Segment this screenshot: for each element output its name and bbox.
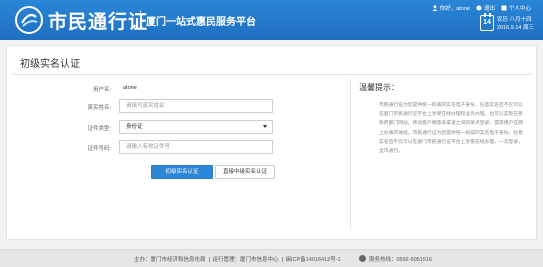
title-divider — [13, 74, 531, 75]
idtype-select[interactable]: 身份证 — [119, 120, 273, 134]
idtype-selected: 身份证 — [126, 124, 143, 130]
tips-divider — [350, 79, 351, 229]
username-label: 用户名: — [92, 87, 111, 93]
personal-center-label: 个人中心 — [508, 6, 531, 12]
logo-text[interactable]: 市民通行证 — [48, 7, 148, 34]
profile-icon — [501, 5, 507, 11]
realname-label: 真实姓名: — [87, 105, 111, 111]
auth-card: 初级实名认证 用户名: atone 真实姓名: 证件类型: 身份证 证件号码: … — [6, 45, 537, 240]
page-title: 初级实名认证 — [20, 59, 80, 70]
footer-icp[interactable]: 闽ICP备14016412号-1 — [286, 257, 341, 263]
idnumber-label: 证件号码: — [87, 146, 111, 152]
greeting-text: 你好，atone — [439, 6, 470, 12]
tips-title: 温馨提示： — [359, 83, 399, 92]
primary-auth-button[interactable]: 初级实名认证 — [151, 165, 213, 179]
calendar-icon: 14 — [480, 13, 494, 31]
tips-text: 市民通行证为您提供统一权威的实名电子身份，任意实名后不仅可以在厦门市民通行证平台… — [379, 103, 523, 155]
footer: 主办：厦门市经济和信息化局 运行管理：厦门市信息中心 闽ICP备14016412号-… — [0, 249, 543, 267]
greeting: 你好，atone — [432, 4, 470, 12]
personal-center-link[interactable]: 个人中心 — [501, 4, 531, 12]
logo-icon — [15, 6, 43, 34]
intermediate-auth-button[interactable]: 直接中级实名认证 — [215, 165, 275, 179]
realname-input[interactable] — [119, 99, 273, 113]
logout-label: 退出 — [483, 6, 495, 12]
idtype-label: 证件类型: — [87, 126, 111, 132]
footer-info: 主办：厦门市经济和信息化局 运行管理：厦门市信息中心 闽ICP备14016412号-… — [134, 255, 341, 263]
footer-hotline: 服务热线：0592-5051516 — [369, 257, 432, 263]
phone-icon — [359, 255, 366, 262]
footer-operator: 运行管理：厦门市信息中心 — [212, 257, 279, 263]
user-icon — [432, 5, 438, 11]
date-info: 农历 八月十四 2016.9.14 周三 — [497, 16, 534, 32]
username-value: atone — [123, 85, 137, 91]
calendar-day: 14 — [483, 19, 491, 26]
top-header: 市民通行证 厦门一站式惠民服务平台 你好，atone 退出 个人中心 14 农历… — [0, 0, 543, 40]
logo-divider — [140, 10, 141, 28]
idnumber-input[interactable] — [119, 140, 273, 154]
chevron-down-icon — [263, 125, 267, 128]
solar-date: 2016.9.14 周三 — [497, 25, 534, 31]
slogan: 厦门一站式惠民服务平台 — [146, 17, 256, 28]
footer-sponsor: 主办：厦门市经济和信息化局 — [134, 257, 206, 263]
lunar-date: 农历 八月十四 — [497, 17, 532, 23]
logout-link[interactable]: 退出 — [476, 4, 495, 12]
power-icon — [476, 5, 482, 11]
